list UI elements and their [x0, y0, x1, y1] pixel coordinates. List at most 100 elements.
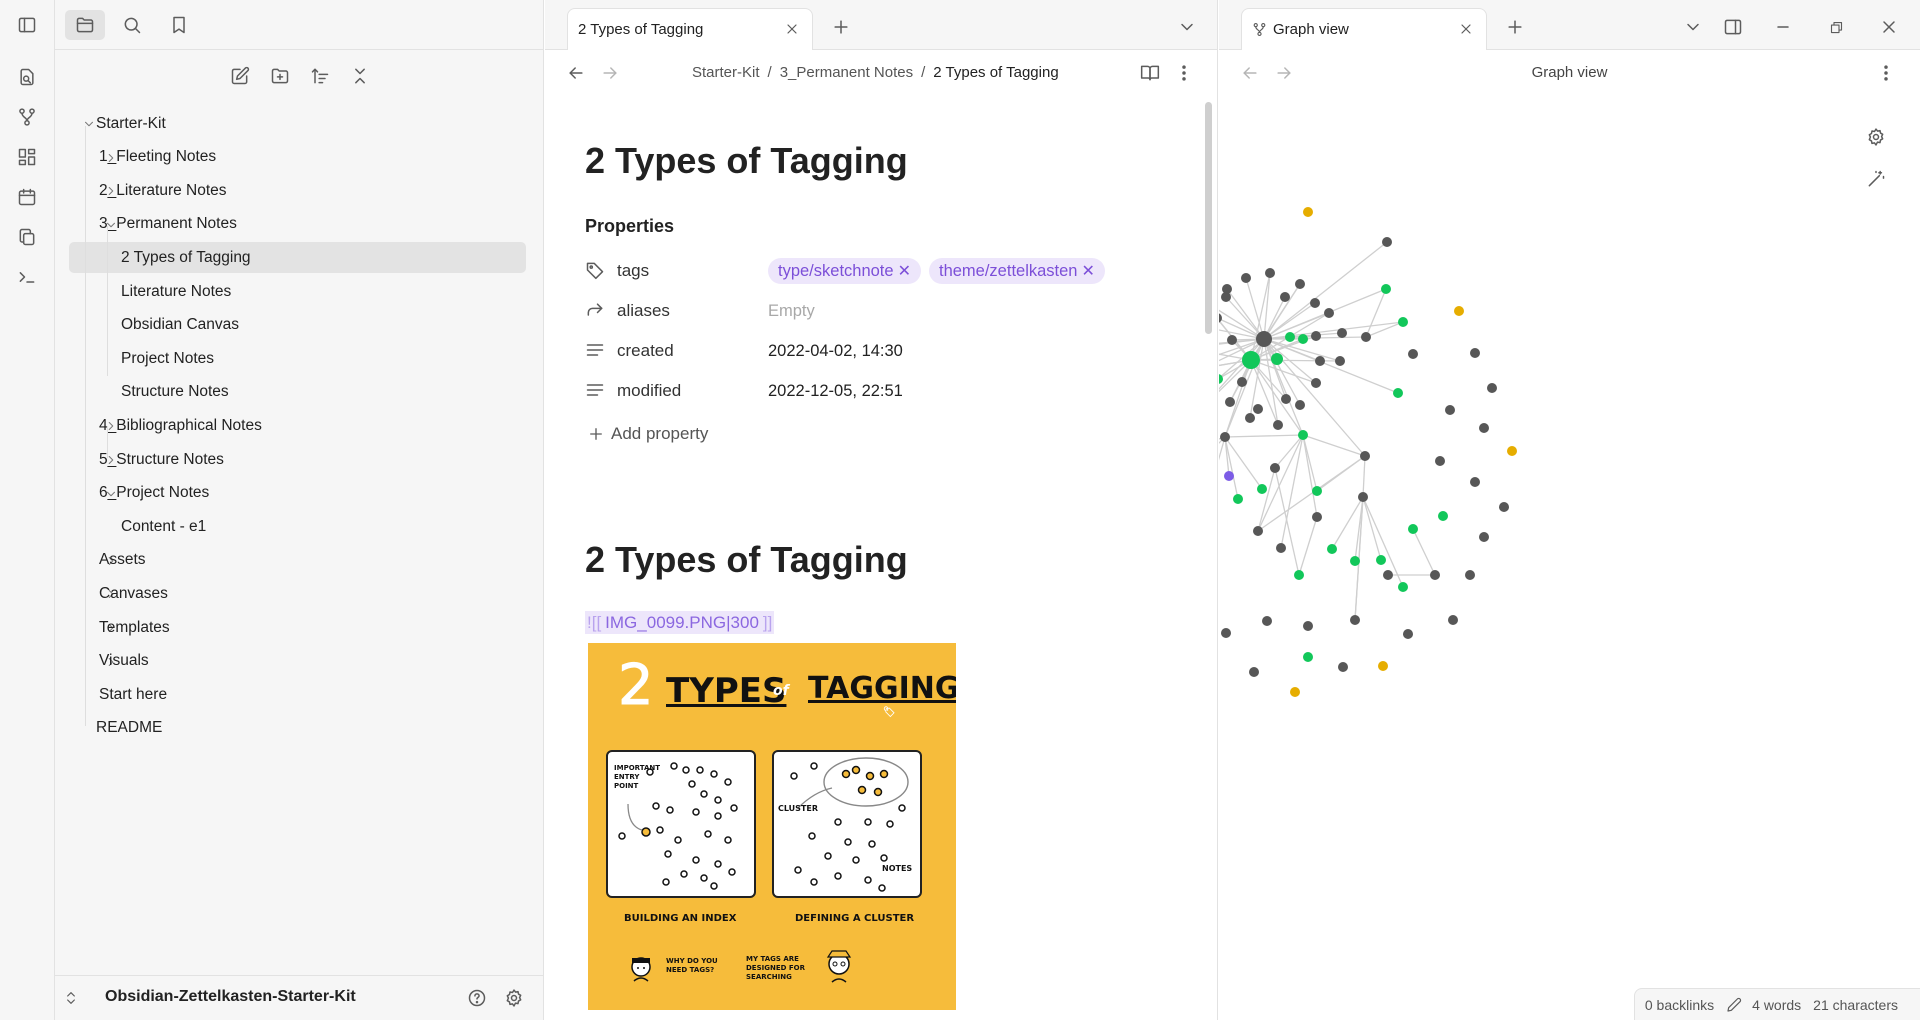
- graph-node[interactable]: [1337, 328, 1347, 338]
- graph-node[interactable]: [1465, 570, 1475, 580]
- property-value[interactable]: Empty: [768, 302, 815, 321]
- graph-node[interactable]: [1298, 430, 1308, 440]
- graph-node[interactable]: [1499, 502, 1509, 512]
- file-tree-folder[interactable]: Templates: [69, 612, 526, 643]
- graph-node[interactable]: [1360, 451, 1370, 461]
- restore-window-icon[interactable]: [1822, 13, 1850, 41]
- file-tree-file[interactable]: Project Notes: [69, 343, 526, 374]
- chevron-down-icon[interactable]: [81, 116, 97, 132]
- graph-node[interactable]: [1435, 456, 1445, 466]
- file-tree-folder[interactable]: 3_Permanent Notes: [69, 209, 526, 240]
- graph-node[interactable]: [1487, 383, 1497, 393]
- embedded-sketchnote-image[interactable]: 2 TYPES of TAGGING 🏷 IMPORTANT ENTRY POI…: [588, 643, 956, 1010]
- graph-node[interactable]: [1270, 463, 1280, 473]
- graph-node[interactable]: [1312, 486, 1322, 496]
- image-embed-link[interactable]: ![[IMG_0099.PNG|300]]: [585, 611, 775, 634]
- file-tree-file[interactable]: Content - e1: [69, 511, 526, 542]
- graph-node[interactable]: [1479, 423, 1489, 433]
- heading-2-types-of-tagging[interactable]: 2 Types of Tagging: [585, 539, 908, 581]
- tab-2-types-of-tagging[interactable]: 2 Types of Tagging: [567, 8, 813, 50]
- graph-node[interactable]: [1219, 313, 1222, 323]
- graph-node[interactable]: [1222, 284, 1232, 294]
- close-window-icon[interactable]: [1875, 13, 1903, 41]
- graph-icon[interactable]: [12, 102, 42, 132]
- graph-node[interactable]: [1285, 332, 1295, 342]
- reading-view-book-icon[interactable]: [1137, 60, 1163, 86]
- graph-node[interactable]: [1265, 268, 1275, 278]
- graph-node[interactable]: [1338, 662, 1348, 672]
- graph-node[interactable]: [1312, 512, 1322, 522]
- file-tree-folder[interactable]: Assets: [69, 545, 526, 576]
- file-tree-folder[interactable]: 2_Literature Notes: [69, 175, 526, 206]
- property-key[interactable]: aliases: [617, 301, 670, 321]
- graph-node[interactable]: [1303, 652, 1313, 662]
- sidebar-toggle-icon[interactable]: [12, 10, 42, 40]
- backlinks-count[interactable]: 0 backlinks: [1645, 997, 1714, 1013]
- property-key[interactable]: created: [617, 341, 674, 361]
- close-icon[interactable]: [780, 17, 804, 41]
- file-tree-file[interactable]: README: [69, 713, 526, 744]
- add-property-button[interactable]: Add property: [587, 424, 708, 444]
- graph-node[interactable]: [1327, 544, 1337, 554]
- graph-node[interactable]: [1295, 279, 1305, 289]
- graph-node[interactable]: [1378, 661, 1388, 671]
- graph-node[interactable]: [1430, 570, 1440, 580]
- tab-list-chevron-down-icon[interactable]: [1173, 13, 1201, 41]
- forward-arrow-icon[interactable]: [597, 60, 623, 86]
- graph-node[interactable]: [1448, 615, 1458, 625]
- help-icon[interactable]: [465, 986, 489, 1010]
- graph-node[interactable]: [1408, 349, 1418, 359]
- more-options-icon[interactable]: [1171, 60, 1197, 86]
- graph-node[interactable]: [1237, 377, 1247, 387]
- properties-heading[interactable]: Properties: [585, 216, 674, 237]
- file-tree-folder[interactable]: Canvases: [69, 578, 526, 609]
- command-palette-icon[interactable]: [12, 262, 42, 292]
- graph-node[interactable]: [1358, 492, 1368, 502]
- canvas-icon[interactable]: [12, 142, 42, 172]
- graph-node[interactable]: [1303, 621, 1313, 631]
- files-tab-icon[interactable]: [65, 10, 105, 40]
- graph-node[interactable]: [1221, 628, 1231, 638]
- settings-gear-icon[interactable]: [502, 986, 526, 1010]
- breadcrumb-item[interactable]: 3_Permanent Notes: [780, 64, 913, 81]
- graph-node[interactable]: [1242, 351, 1260, 369]
- graph-node[interactable]: [1253, 526, 1263, 536]
- tab-list-chevron-down-icon[interactable]: [1679, 13, 1707, 41]
- graph-node[interactable]: [1311, 378, 1321, 388]
- new-folder-icon[interactable]: [265, 62, 295, 90]
- graph-node[interactable]: [1233, 494, 1243, 504]
- collapse-all-icon[interactable]: [345, 62, 375, 90]
- graph-node[interactable]: [1220, 432, 1230, 442]
- graph-node[interactable]: [1445, 405, 1455, 415]
- tag-pill[interactable]: theme/zettelkasten ✕: [928, 258, 1105, 284]
- remove-tag-close-icon[interactable]: ✕: [1081, 261, 1094, 281]
- graph-node[interactable]: [1470, 348, 1480, 358]
- graph-node[interactable]: [1241, 273, 1251, 283]
- file-tree-folder[interactable]: 5_Structure Notes: [69, 444, 526, 475]
- graph-node[interactable]: [1454, 306, 1464, 316]
- graph-node[interactable]: [1257, 484, 1267, 494]
- new-note-icon[interactable]: [225, 62, 255, 90]
- new-tab-plus-icon[interactable]: [827, 13, 855, 41]
- graph-node[interactable]: [1315, 356, 1325, 366]
- graph-node[interactable]: [1262, 616, 1272, 626]
- remove-tag-close-icon[interactable]: ✕: [898, 261, 911, 281]
- graph-node[interactable]: [1361, 332, 1371, 342]
- vault-name[interactable]: Obsidian-Zettelkasten-Starter-Kit: [105, 988, 356, 1006]
- note-title[interactable]: 2 Types of Tagging: [585, 140, 908, 182]
- graph-canvas[interactable]: [1219, 98, 1920, 978]
- graph-node[interactable]: [1438, 511, 1448, 521]
- graph-node[interactable]: [1294, 570, 1304, 580]
- graph-node[interactable]: [1310, 298, 1320, 308]
- pencil-edit-icon[interactable]: [1726, 997, 1742, 1013]
- graph-node[interactable]: [1280, 292, 1290, 302]
- daily-notes-icon[interactable]: [12, 182, 42, 212]
- graph-node[interactable]: [1249, 667, 1259, 677]
- graph-node[interactable]: [1253, 404, 1263, 414]
- graph-node[interactable]: [1376, 555, 1386, 565]
- breadcrumb-item[interactable]: Starter-Kit: [692, 64, 760, 81]
- graph-node[interactable]: [1383, 570, 1393, 580]
- file-tree-file[interactable]: Start here: [69, 679, 526, 710]
- sort-order-icon[interactable]: [305, 62, 335, 90]
- chevron-up-down-icon[interactable]: [61, 988, 81, 1008]
